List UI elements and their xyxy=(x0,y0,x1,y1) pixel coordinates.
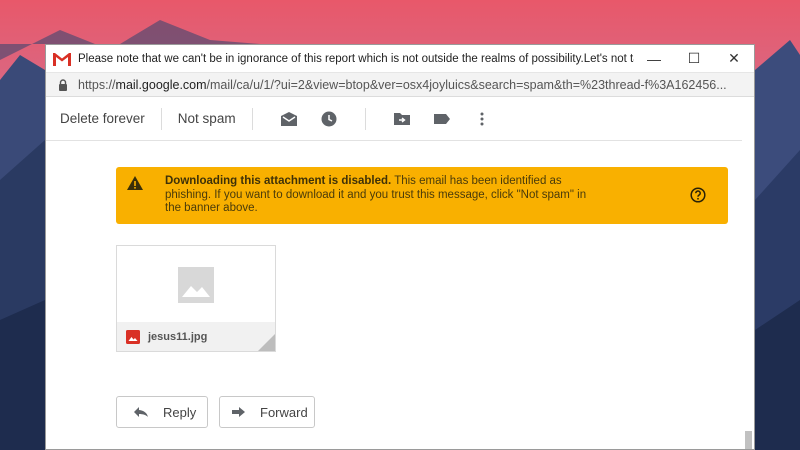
forward-label: Forward xyxy=(260,404,308,420)
image-placeholder-icon xyxy=(178,266,214,303)
scrollbar-thumb[interactable] xyxy=(745,431,752,449)
reply-button[interactable]: Reply xyxy=(116,396,208,428)
toolbar-divider xyxy=(160,107,162,130)
url-text: https://mail.google.com/mail/ca/u/1/?ui=… xyxy=(78,78,727,92)
maximize-button[interactable]: ☐ xyxy=(674,45,714,73)
browser-window: Please note that we can't be in ignoranc… xyxy=(45,44,755,450)
help-icon[interactable] xyxy=(690,187,706,203)
address-bar[interactable]: https://mail.google.com/mail/ca/u/1/?ui=… xyxy=(46,73,754,97)
gmail-logo-icon xyxy=(53,52,71,66)
label-icon[interactable] xyxy=(433,110,451,128)
window-title: Please note that we can't be in ignoranc… xyxy=(78,52,634,65)
url-prefix: https:// xyxy=(78,77,116,92)
url-path: /mail/ca/u/1/?ui=2&view=btop&ver=osx4joy… xyxy=(206,77,727,92)
banner-title: Downloading this attachment is disabled. xyxy=(165,175,392,187)
snooze-icon[interactable] xyxy=(320,110,338,128)
toolbar-divider xyxy=(364,107,366,130)
delete-forever-button[interactable]: Delete forever xyxy=(60,111,145,126)
banner-message: Downloading this attachment is disabled.… xyxy=(165,175,595,216)
reply-icon xyxy=(134,407,148,417)
attachment-corner-fold xyxy=(258,334,275,351)
message-body: Downloading this attachment is disabled.… xyxy=(46,141,754,449)
url-host: mail.google.com xyxy=(115,77,207,92)
minimize-button[interactable]: — xyxy=(634,45,674,73)
warning-icon xyxy=(127,176,143,190)
attachment-card[interactable]: jesus11.jpg xyxy=(116,245,276,352)
message-toolbar: Delete forever Not spam xyxy=(46,97,742,141)
forward-icon xyxy=(232,407,245,417)
more-options-icon[interactable] xyxy=(473,110,491,128)
attachment-filename: jesus11.jpg xyxy=(148,330,208,343)
image-file-icon xyxy=(126,329,140,344)
move-to-icon[interactable] xyxy=(393,110,411,128)
mark-unread-icon[interactable] xyxy=(280,110,298,128)
attachment-preview xyxy=(117,246,275,323)
forward-button[interactable]: Forward xyxy=(219,396,315,428)
attachment-footer: jesus11.jpg xyxy=(117,322,275,351)
lock-icon xyxy=(59,78,67,91)
phishing-warning-banner: Downloading this attachment is disabled.… xyxy=(116,167,728,224)
close-button[interactable]: ✕ xyxy=(714,45,754,73)
reply-label: Reply xyxy=(163,404,197,420)
not-spam-button[interactable]: Not spam xyxy=(178,111,236,126)
title-bar: Please note that we can't be in ignoranc… xyxy=(46,45,754,73)
toolbar-divider xyxy=(251,107,253,130)
